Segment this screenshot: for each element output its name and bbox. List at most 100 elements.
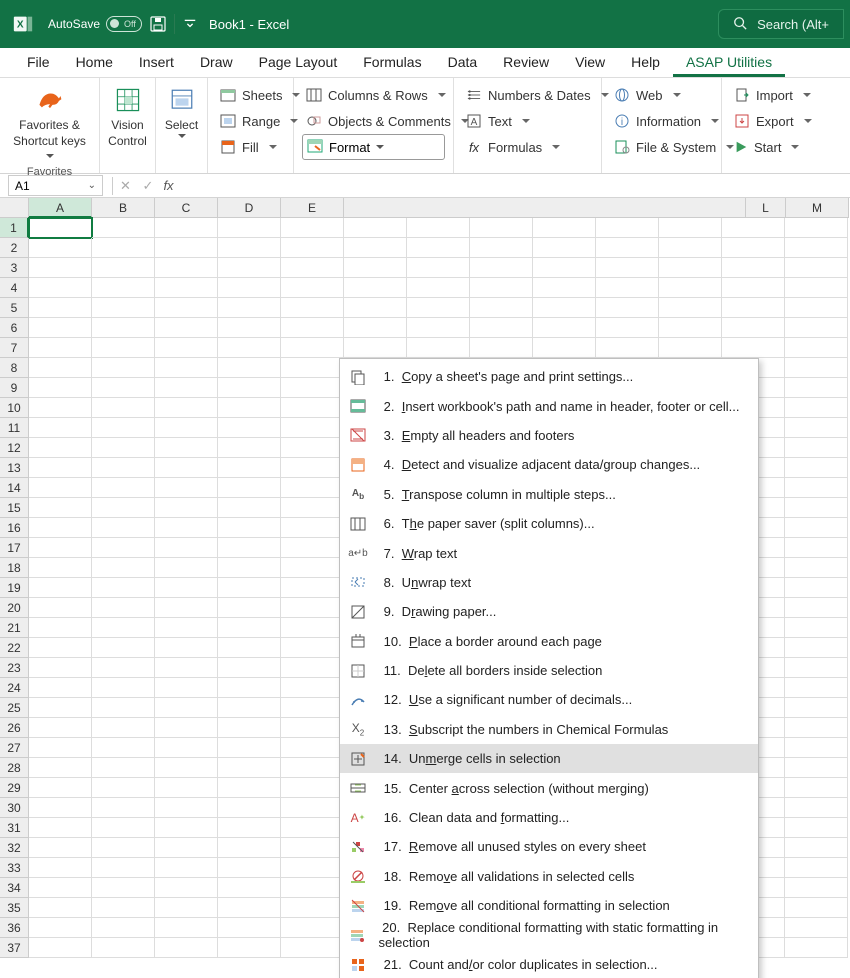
column-header[interactable]: E xyxy=(281,198,344,218)
cell[interactable] xyxy=(92,318,155,338)
cell[interactable] xyxy=(29,798,92,818)
objects-comments-button[interactable]: Objects & Comments xyxy=(302,108,445,134)
cell[interactable] xyxy=(785,518,848,538)
tab-page-layout[interactable]: Page Layout xyxy=(246,48,351,77)
cell[interactable] xyxy=(29,518,92,538)
row-header[interactable]: 22 xyxy=(0,638,29,658)
cell[interactable] xyxy=(281,758,344,778)
cell[interactable] xyxy=(92,658,155,678)
cell[interactable] xyxy=(659,298,722,318)
cell[interactable] xyxy=(218,278,281,298)
cell[interactable] xyxy=(218,678,281,698)
cell[interactable] xyxy=(29,878,92,898)
cell[interactable] xyxy=(281,898,344,918)
cell[interactable] xyxy=(785,498,848,518)
cell[interactable] xyxy=(785,318,848,338)
row-header[interactable]: 17 xyxy=(0,538,29,558)
cell[interactable] xyxy=(344,278,407,298)
cell[interactable] xyxy=(155,738,218,758)
cell[interactable] xyxy=(344,318,407,338)
cell[interactable] xyxy=(218,518,281,538)
cell[interactable] xyxy=(785,418,848,438)
cell[interactable] xyxy=(281,238,344,258)
cell[interactable] xyxy=(155,518,218,538)
cell[interactable] xyxy=(29,398,92,418)
cell[interactable] xyxy=(218,398,281,418)
cell[interactable] xyxy=(92,338,155,358)
cell[interactable] xyxy=(659,278,722,298)
cell[interactable] xyxy=(722,258,785,278)
cell[interactable] xyxy=(155,938,218,958)
cell[interactable] xyxy=(92,678,155,698)
cell[interactable] xyxy=(659,258,722,278)
cell[interactable] xyxy=(155,918,218,938)
cell[interactable] xyxy=(155,758,218,778)
cell[interactable] xyxy=(29,238,92,258)
cell[interactable] xyxy=(281,678,344,698)
cell[interactable] xyxy=(281,938,344,958)
vision-control-button[interactable]: Vision Control xyxy=(108,82,147,150)
cell[interactable] xyxy=(29,818,92,838)
cell[interactable] xyxy=(155,238,218,258)
cell[interactable] xyxy=(722,278,785,298)
cell[interactable] xyxy=(407,318,470,338)
cell[interactable] xyxy=(92,738,155,758)
row-header[interactable]: 28 xyxy=(0,758,29,778)
file-system-button[interactable]: File & System xyxy=(610,134,713,160)
cell[interactable] xyxy=(533,338,596,358)
menu-item-8[interactable]: 8. Unwrap text xyxy=(340,568,758,597)
cell[interactable] xyxy=(29,858,92,878)
row-header[interactable]: 36 xyxy=(0,918,29,938)
cell[interactable] xyxy=(785,618,848,638)
formulas-button[interactable]: fx Formulas xyxy=(462,134,593,160)
cell[interactable] xyxy=(218,218,281,238)
cell[interactable] xyxy=(218,898,281,918)
cell[interactable] xyxy=(29,578,92,598)
text-button[interactable]: A Text xyxy=(462,108,593,134)
numbers-dates-button[interactable]: Numbers & Dates xyxy=(462,82,593,108)
row-header[interactable]: 19 xyxy=(0,578,29,598)
row-header[interactable]: 25 xyxy=(0,698,29,718)
cell[interactable] xyxy=(155,658,218,678)
cell[interactable] xyxy=(785,718,848,738)
row-header[interactable]: 15 xyxy=(0,498,29,518)
cell[interactable] xyxy=(29,358,92,378)
cell[interactable] xyxy=(785,778,848,798)
row-header[interactable]: 3 xyxy=(0,258,29,278)
cell[interactable] xyxy=(92,398,155,418)
cell[interactable] xyxy=(29,318,92,338)
cell[interactable] xyxy=(722,338,785,358)
cell[interactable] xyxy=(470,318,533,338)
cell[interactable] xyxy=(533,278,596,298)
cell[interactable] xyxy=(281,618,344,638)
cell[interactable] xyxy=(92,478,155,498)
cell[interactable] xyxy=(470,278,533,298)
cell[interactable] xyxy=(281,538,344,558)
cell[interactable] xyxy=(29,918,92,938)
cell[interactable] xyxy=(155,578,218,598)
cell[interactable] xyxy=(218,558,281,578)
chevron-down-icon[interactable]: ⌄ xyxy=(88,180,96,191)
cell[interactable] xyxy=(218,418,281,438)
information-button[interactable]: i Information xyxy=(610,108,713,134)
cell[interactable] xyxy=(218,918,281,938)
cell[interactable] xyxy=(785,798,848,818)
row-header[interactable]: 5 xyxy=(0,298,29,318)
tab-asap-utilities[interactable]: ASAP Utilities xyxy=(673,48,785,77)
cell[interactable] xyxy=(29,598,92,618)
menu-item-12[interactable]: 12. Use a significant number of decimals… xyxy=(340,685,758,714)
cell[interactable] xyxy=(92,818,155,838)
cell[interactable] xyxy=(785,938,848,958)
cell[interactable] xyxy=(785,218,848,238)
cell[interactable] xyxy=(218,598,281,618)
cell[interactable] xyxy=(407,298,470,318)
cell[interactable] xyxy=(92,218,155,238)
cell[interactable] xyxy=(218,938,281,958)
start-button[interactable]: Start xyxy=(730,134,792,160)
cell[interactable] xyxy=(92,598,155,618)
cell[interactable] xyxy=(218,818,281,838)
cell[interactable] xyxy=(281,278,344,298)
name-box[interactable]: A1 ⌄ xyxy=(8,175,103,196)
cell[interactable] xyxy=(218,358,281,378)
cell[interactable] xyxy=(92,518,155,538)
